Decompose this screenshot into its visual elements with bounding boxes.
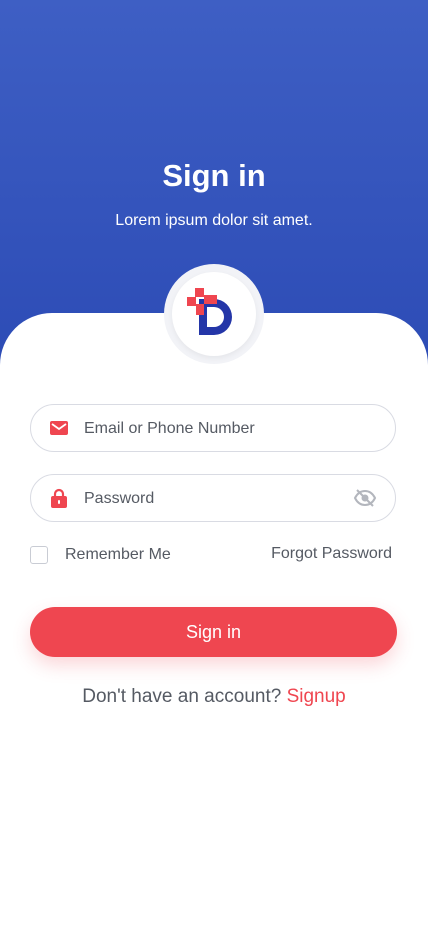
eye-off-icon[interactable] (353, 488, 377, 508)
email-field[interactable] (30, 404, 396, 453)
password-field[interactable] (30, 474, 396, 523)
sign-in-button[interactable]: Sign in (30, 607, 397, 657)
remember-me[interactable]: Remember Me (30, 545, 171, 565)
email-input[interactable] (82, 405, 346, 453)
forgot-password-link[interactable]: Forgot Password (271, 545, 392, 563)
page-title: Sign in (162, 158, 266, 193)
page-subtitle: Lorem ipsum dolor sit amet. (115, 212, 313, 229)
password-input[interactable] (82, 475, 346, 523)
signup-link[interactable]: Signup (287, 686, 346, 707)
lock-icon (51, 488, 67, 508)
remember-label: Remember Me (65, 546, 171, 563)
mail-icon (50, 421, 68, 435)
remember-checkbox[interactable] (30, 546, 48, 564)
signup-row: Don't have an account? Signup (0, 686, 428, 708)
signup-prompt: Don't have an account? (82, 686, 282, 707)
brand-logo-icon (187, 288, 232, 335)
